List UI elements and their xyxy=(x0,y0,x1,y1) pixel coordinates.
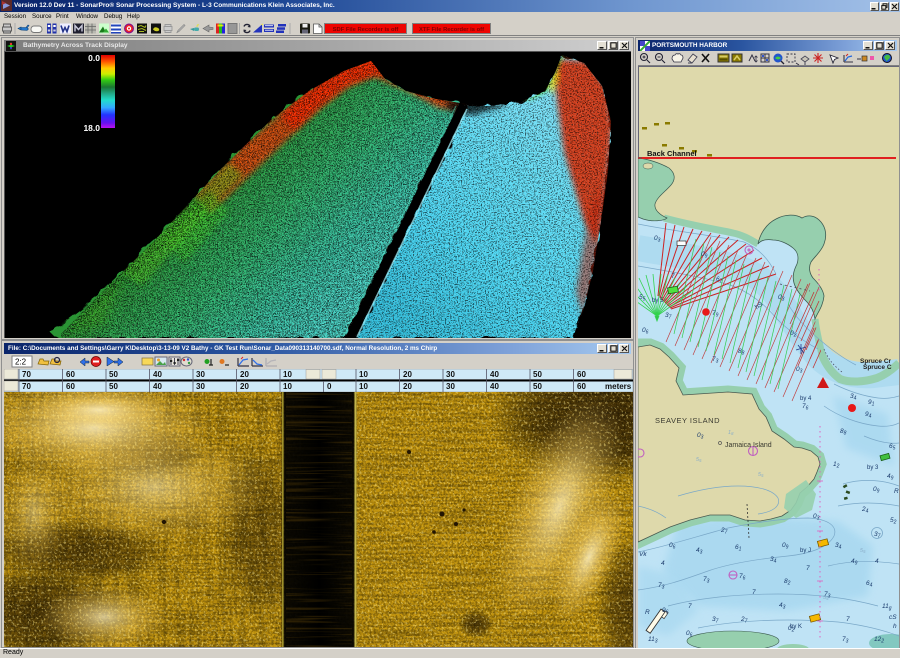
svg-text:10: 10 xyxy=(283,370,292,379)
svg-text:R: R xyxy=(894,488,899,495)
svg-text:30: 30 xyxy=(446,382,455,391)
svg-text:meters: meters xyxy=(605,382,632,391)
svg-text:30: 30 xyxy=(446,370,455,379)
svg-text:Spruce C: Spruce C xyxy=(863,364,892,371)
svg-text:4: 4 xyxy=(875,558,879,565)
svg-text:10: 10 xyxy=(359,382,368,391)
svg-text:40: 40 xyxy=(153,370,162,379)
svg-text:7: 7 xyxy=(806,565,810,572)
svg-text:60: 60 xyxy=(577,370,586,379)
svg-text:0.0: 0.0 xyxy=(88,53,100,63)
svg-text:by 4: by 4 xyxy=(800,396,812,402)
svg-text:60: 60 xyxy=(66,370,75,379)
svg-text:7: 7 xyxy=(671,273,675,280)
svg-text:Back Channel: Back Channel xyxy=(647,149,697,158)
svg-text:20: 20 xyxy=(403,370,412,379)
svg-text:55: 55 xyxy=(860,548,866,554)
svg-text:70: 70 xyxy=(22,382,31,391)
svg-text:30: 30 xyxy=(196,382,205,391)
svg-text:20: 20 xyxy=(403,382,412,391)
svg-text:50: 50 xyxy=(533,382,542,391)
svg-text:by 5: by 5 xyxy=(652,298,664,304)
svg-text:60: 60 xyxy=(66,382,75,391)
svg-text:cS: cS xyxy=(889,614,897,621)
svg-text:10: 10 xyxy=(359,370,368,379)
svg-text:h: h xyxy=(893,623,897,630)
svg-text:0: 0 xyxy=(327,382,332,391)
svg-text:Vk: Vk xyxy=(639,551,647,558)
svg-text:40: 40 xyxy=(490,382,499,391)
svg-text:4: 4 xyxy=(661,560,665,567)
svg-text:10: 10 xyxy=(283,382,292,391)
svg-text:2:2: 2:2 xyxy=(15,358,27,367)
svg-text:20: 20 xyxy=(240,370,249,379)
svg-text:40: 40 xyxy=(153,382,162,391)
svg-text:60: 60 xyxy=(577,382,586,391)
svg-text:7: 7 xyxy=(846,616,850,623)
svg-text:7: 7 xyxy=(752,589,756,596)
svg-text:55: 55 xyxy=(758,472,764,478)
svg-text:SEAVEY ISLAND: SEAVEY ISLAND xyxy=(655,416,720,425)
svg-text:30: 30 xyxy=(196,370,205,379)
svg-text:by J: by J xyxy=(800,548,811,554)
svg-text:70: 70 xyxy=(22,370,31,379)
svg-text:50: 50 xyxy=(109,370,118,379)
svg-text:55: 55 xyxy=(823,595,829,601)
svg-text:18: 18 xyxy=(728,430,734,436)
svg-text:7: 7 xyxy=(688,603,692,610)
svg-text:R: R xyxy=(645,609,650,616)
svg-text:40: 40 xyxy=(490,370,499,379)
svg-text:50: 50 xyxy=(109,382,118,391)
svg-text:20: 20 xyxy=(240,382,249,391)
svg-text:Jamaica Island: Jamaica Island xyxy=(725,442,772,449)
svg-text:55: 55 xyxy=(696,457,702,463)
svg-text:18.0: 18.0 xyxy=(83,123,100,133)
svg-text:50: 50 xyxy=(533,370,542,379)
svg-text:by 3: by 3 xyxy=(867,465,879,471)
